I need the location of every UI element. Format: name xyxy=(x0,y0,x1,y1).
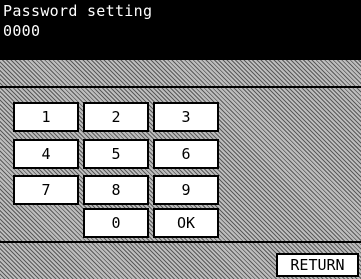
key-3-button[interactable]: 3 xyxy=(153,102,219,132)
password-entry-display: 0000 xyxy=(3,22,41,40)
key-2-button[interactable]: 2 xyxy=(83,102,149,132)
key-1-button[interactable]: 1 xyxy=(13,102,79,132)
key-4-button[interactable]: 4 xyxy=(13,139,79,169)
key-8-button[interactable]: 8 xyxy=(83,175,149,205)
header-bar: Password setting 0000 xyxy=(0,0,361,60)
screen-title: Password setting xyxy=(3,2,153,20)
top-divider xyxy=(0,86,361,88)
key-0-button[interactable]: 0 xyxy=(83,208,149,238)
ok-button[interactable]: OK xyxy=(153,208,219,238)
panel-background xyxy=(0,60,361,279)
return-button[interactable]: RETURN xyxy=(276,253,359,277)
key-5-button[interactable]: 5 xyxy=(83,139,149,169)
bottom-divider xyxy=(0,241,361,243)
key-9-button[interactable]: 9 xyxy=(153,175,219,205)
key-7-button[interactable]: 7 xyxy=(13,175,79,205)
key-6-button[interactable]: 6 xyxy=(153,139,219,169)
